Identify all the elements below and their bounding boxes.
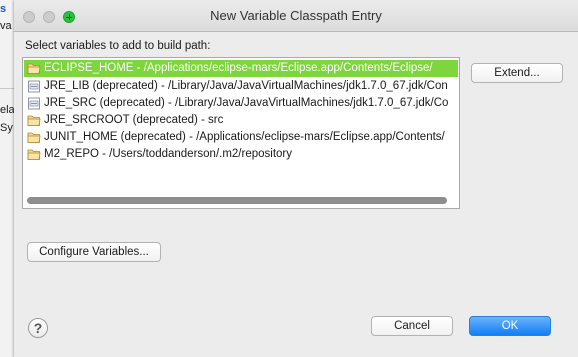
- list-item[interactable]: M2_REPO - /Users/toddanderson/.m2/reposi…: [24, 146, 458, 163]
- background-window: s va ela Sy: [0, 0, 15, 357]
- background-divider: [0, 88, 14, 89]
- folder-icon: [27, 149, 41, 160]
- list-item[interactable]: JUNIT_HOME (deprecated) - /Applications/…: [24, 129, 458, 146]
- list-item[interactable]: JRE_LIB (deprecated) - /Library/Java/Jav…: [24, 78, 458, 95]
- title-bar: New Variable Classpath Entry: [14, 0, 578, 32]
- background-fragment: s: [0, 3, 7, 15]
- dialog-title: New Variable Classpath Entry: [210, 8, 382, 23]
- list-item-label: JRE_SRCROOT (deprecated) - src: [44, 114, 224, 126]
- configure-variables-button[interactable]: Configure Variables...: [27, 242, 161, 262]
- list-item[interactable]: ECLIPSE_HOME - /Applications/eclipse-mar…: [24, 60, 458, 77]
- instruction-label: Select variables to add to build path:: [25, 40, 211, 52]
- dialog-window: New Variable Classpath Entry Select vari…: [14, 0, 578, 357]
- jar-icon: [28, 80, 40, 93]
- background-fragment: Sy: [0, 122, 13, 134]
- list-item-label: JRE_LIB (deprecated) - /Library/Java/Jav…: [44, 80, 448, 92]
- help-icon[interactable]: ?: [28, 318, 48, 338]
- list-item-label: JUNIT_HOME (deprecated) - /Applications/…: [44, 131, 445, 143]
- ok-button[interactable]: OK: [469, 316, 551, 336]
- folder-icon: [27, 115, 41, 126]
- background-fragment: ela: [0, 104, 15, 116]
- list-item-label: ECLIPSE_HOME - /Applications/eclipse-mar…: [44, 62, 433, 74]
- background-fragment: va: [0, 20, 12, 32]
- extend-button[interactable]: Extend...: [471, 63, 563, 83]
- scrollbar-thumb[interactable]: [27, 197, 447, 204]
- folder-icon: [27, 132, 41, 143]
- list-item[interactable]: JRE_SRCROOT (deprecated) - src: [24, 112, 458, 129]
- horizontal-scrollbar[interactable]: [25, 195, 457, 206]
- variables-list[interactable]: ECLIPSE_HOME - /Applications/eclipse-mar…: [22, 57, 460, 209]
- list-item-label: M2_REPO - /Users/toddanderson/.m2/reposi…: [44, 148, 292, 160]
- folder-icon: [27, 63, 41, 74]
- list-item[interactable]: JRE_SRC (deprecated) - /Library/Java/Jav…: [24, 95, 458, 112]
- jar-icon: [28, 97, 40, 110]
- list-item-label: JRE_SRC (deprecated) - /Library/Java/Jav…: [44, 97, 449, 109]
- cancel-button[interactable]: Cancel: [371, 316, 453, 336]
